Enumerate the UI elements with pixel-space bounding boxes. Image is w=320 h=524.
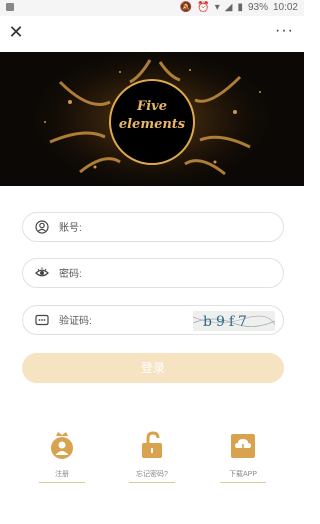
captcha-icon [35,314,49,326]
status-bar: 🔕 ⏰ ▾ ◢ ▮ 93% 10:02 [0,0,304,16]
forgot-password-label: 忘记密码? [136,471,168,478]
register-link[interactable]: 注册 [32,430,92,483]
notification-icon [6,3,14,11]
register-label: 注册 [55,471,69,478]
account-input[interactable] [57,218,211,238]
logo-text-elements: elements [118,117,186,132]
banner: Five elements [0,52,304,186]
wifi-icon: ▾ [214,2,220,13]
more-options-icon[interactable]: ··· [275,22,294,40]
password-field[interactable] [22,258,284,288]
cloud-download-icon [231,434,255,458]
unlock-icon [142,431,162,458]
signal-icon: ◢ [224,2,233,13]
captcha-input[interactable] [57,311,181,331]
user-crown-icon [51,432,73,459]
captcha-field[interactable]: b9f7 [22,305,284,335]
forgot-password-underline [129,482,175,483]
captcha-image[interactable]: b9f7 [193,311,275,331]
download-app-underline [220,482,266,483]
logo-text-five: Five [137,99,167,114]
captcha-text: b9f7 [203,314,251,330]
close-icon[interactable]: ✕ [8,23,24,41]
password-input[interactable] [57,264,211,284]
battery-percent: 93% [247,2,268,13]
battery-icon: ▮ [237,2,243,13]
alarm-icon: ⏰ [197,2,210,13]
title-bar: ✕ ··· [0,16,304,52]
mute-icon: 🔕 [179,2,193,13]
register-underline [39,482,85,483]
captcha-noise: b9f7 [193,311,275,331]
login-button[interactable]: 登录 [22,353,284,383]
forgot-password-link[interactable]: 忘记密码? [122,430,182,483]
clock: 10:02 [272,2,298,13]
user-icon [35,220,49,234]
download-app-label: 下载APP [228,471,257,478]
eye-icon[interactable] [35,266,49,280]
download-app-link[interactable]: 下载APP [213,430,273,483]
account-field[interactable] [22,212,284,242]
status-icons: 🔕 ⏰ ▾ ◢ ▮ 93% 10:02 [180,2,298,14]
